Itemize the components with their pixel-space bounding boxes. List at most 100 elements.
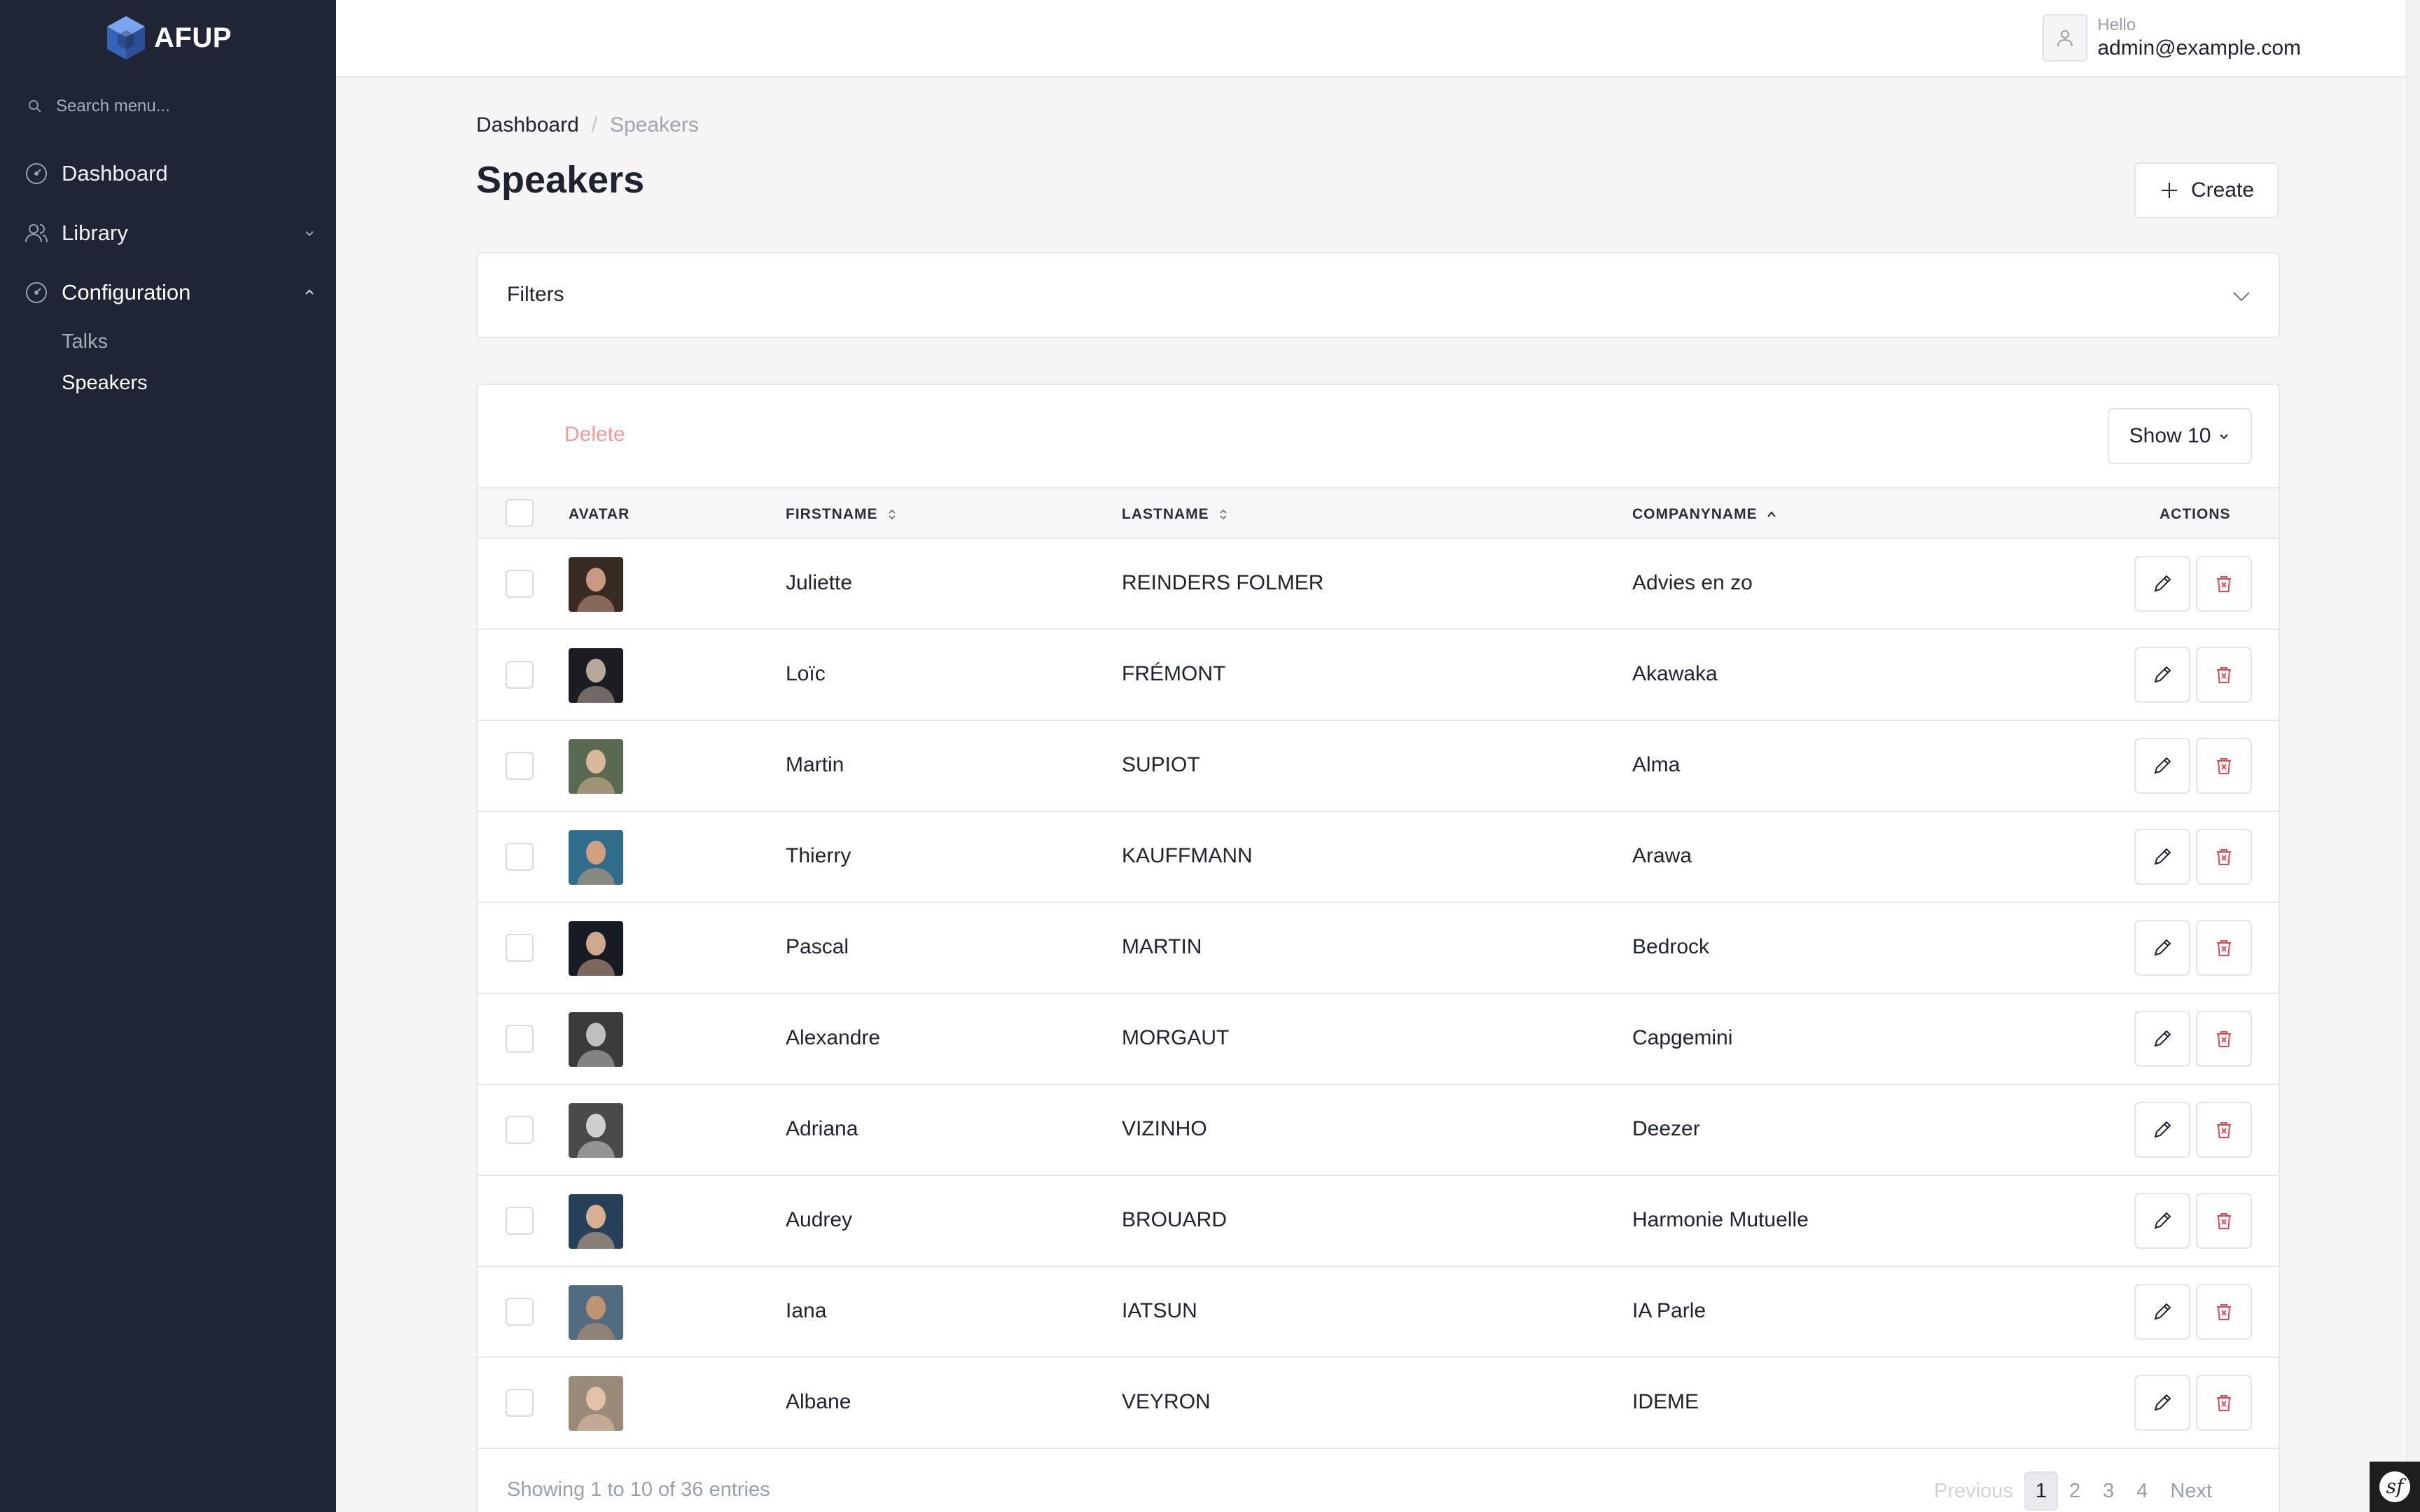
row-checkbox[interactable] [506, 570, 534, 598]
pagination-page-2[interactable]: 2 [2058, 1471, 2092, 1511]
pagination-page-1[interactable]: 1 [2024, 1471, 2058, 1511]
delete-button[interactable] [2196, 556, 2252, 612]
cell-lastname: FRÉMONT [1122, 662, 1226, 685]
table-row: Albane VEYRON IDEME [478, 1358, 2279, 1449]
row-checkbox[interactable] [506, 1025, 534, 1053]
create-label: Create [2190, 178, 2255, 202]
speaker-avatar [569, 1376, 623, 1431]
table-row: Martin SUPIOT Alma [478, 721, 2279, 812]
cell-firstname: Audrey [786, 1208, 853, 1231]
cell-companyname: Deezer [1632, 1117, 1700, 1140]
edit-button[interactable] [2134, 1102, 2190, 1158]
hexagon-cube-logo [107, 16, 145, 59]
trash-icon [2217, 940, 2231, 956]
brand-name: AFUP [154, 22, 232, 53]
brand-logo[interactable]: AFUP [105, 15, 232, 60]
row-checkbox[interactable] [506, 752, 534, 780]
edit-button[interactable] [2134, 1193, 2190, 1249]
edit-button[interactable] [2134, 1284, 2190, 1340]
delete-button[interactable] [2196, 829, 2252, 885]
trash-icon [2217, 1304, 2231, 1320]
row-checkbox[interactable] [506, 1389, 534, 1417]
delete-button[interactable] [2196, 1193, 2252, 1249]
pagination-next[interactable]: Next [2159, 1471, 2223, 1511]
pencil-icon [2154, 1212, 2171, 1229]
delete-button[interactable] [2196, 738, 2252, 794]
sidebar-item-library[interactable]: Library [24, 212, 318, 254]
column-companyname[interactable]: COMPANYNAME [1632, 489, 1779, 540]
select-all-checkbox[interactable] [506, 499, 534, 527]
delete-button[interactable] [2196, 1011, 2252, 1067]
cell-companyname: Capgemini [1632, 1026, 1733, 1049]
edit-button[interactable] [2134, 647, 2190, 703]
pagination-previous[interactable]: Previous [1923, 1471, 2024, 1511]
breadcrumb-dashboard[interactable]: Dashboard [476, 113, 579, 137]
gauge-icon [26, 163, 47, 184]
chevron-down-icon [2220, 434, 2229, 440]
cell-companyname: Harmonie Mutuelle [1632, 1208, 1809, 1231]
sidebar-subitem-speakers[interactable]: Speakers [62, 372, 148, 395]
sidebar-item-configuration[interactable]: Configuration [24, 272, 318, 314]
filters-panel[interactable]: Filters [476, 252, 2280, 338]
row-checkbox[interactable] [506, 843, 534, 871]
symfony-toolbar-toggle[interactable]: sf [2370, 1462, 2420, 1512]
speaker-avatar [569, 1194, 623, 1249]
delete-button[interactable] [2196, 1284, 2252, 1340]
create-button[interactable]: Create [2134, 162, 2279, 218]
edit-button[interactable] [2134, 1011, 2190, 1067]
pagination: Previous 1 2 3 4 Next [1923, 1471, 2223, 1511]
cell-companyname: Arawa [1632, 844, 1692, 867]
speaker-avatar [569, 830, 623, 885]
table-row: Adriana VIZINHO Deezer [478, 1085, 2279, 1176]
pencil-icon [2154, 939, 2171, 956]
top-bar: Hello admin@example.com [336, 0, 2420, 78]
bulk-delete-button[interactable]: Delete [564, 423, 625, 447]
pagination-page-4[interactable]: 4 [2125, 1471, 2159, 1511]
avatar [2043, 14, 2088, 62]
pagination-page-3[interactable]: 3 [2092, 1471, 2125, 1511]
column-lastname[interactable]: LASTNAME [1122, 489, 1230, 540]
edit-button[interactable] [2134, 738, 2190, 794]
breadcrumb: Dashboard / Speakers [476, 113, 699, 137]
speaker-avatar [569, 1103, 623, 1158]
menu-search-input[interactable] [56, 97, 308, 116]
delete-button[interactable] [2196, 1375, 2252, 1431]
speaker-avatar [569, 1012, 623, 1067]
edit-button[interactable] [2134, 920, 2190, 976]
row-checkbox[interactable] [506, 934, 534, 962]
cell-lastname: IATSUN [1122, 1299, 1197, 1322]
edit-button[interactable] [2134, 1375, 2190, 1431]
row-checkbox[interactable] [506, 1207, 534, 1235]
cell-firstname: Adriana [786, 1117, 858, 1140]
sidebar-item-label: Library [62, 220, 128, 245]
cell-firstname: Albane [786, 1390, 851, 1413]
scrollbar[interactable] [2406, 0, 2420, 1512]
row-checkbox[interactable] [506, 661, 534, 689]
cell-companyname: Akawaka [1632, 662, 1718, 685]
cell-lastname: MARTIN [1122, 935, 1202, 958]
table-row: Audrey BROUARD Harmonie Mutuelle [478, 1176, 2279, 1267]
delete-button[interactable] [2196, 647, 2252, 703]
edit-button[interactable] [2134, 556, 2190, 612]
trash-icon [2217, 1031, 2231, 1047]
sidebar-item-label: Dashboard [62, 161, 168, 186]
sidebar-subitem-talks[interactable]: Talks [62, 330, 108, 354]
speaker-avatar [569, 1285, 623, 1340]
sort-icon [888, 509, 896, 520]
page-size-select[interactable]: Show 10 [2108, 408, 2252, 464]
delete-button[interactable] [2196, 1102, 2252, 1158]
column-firstname[interactable]: FIRSTNAME [786, 489, 899, 540]
speaker-photo [569, 557, 623, 612]
speaker-photo [569, 921, 623, 976]
entries-info: Showing 1 to 10 of 36 entries [507, 1478, 770, 1501]
row-checkbox[interactable] [506, 1298, 534, 1326]
edit-button[interactable] [2134, 829, 2190, 885]
speakers-table-card: Delete Show 10 AVATAR FIRSTNAME LASTNAME… [476, 384, 2280, 1512]
sidebar-item-dashboard[interactable]: Dashboard [24, 153, 318, 195]
delete-button[interactable] [2196, 920, 2252, 976]
row-checkbox[interactable] [506, 1116, 534, 1144]
user-menu[interactable]: Hello admin@example.com [2043, 14, 2301, 62]
pencil-icon [2154, 1121, 2171, 1138]
menu-search[interactable] [27, 92, 314, 120]
sidebar-item-label: Configuration [62, 280, 191, 304]
